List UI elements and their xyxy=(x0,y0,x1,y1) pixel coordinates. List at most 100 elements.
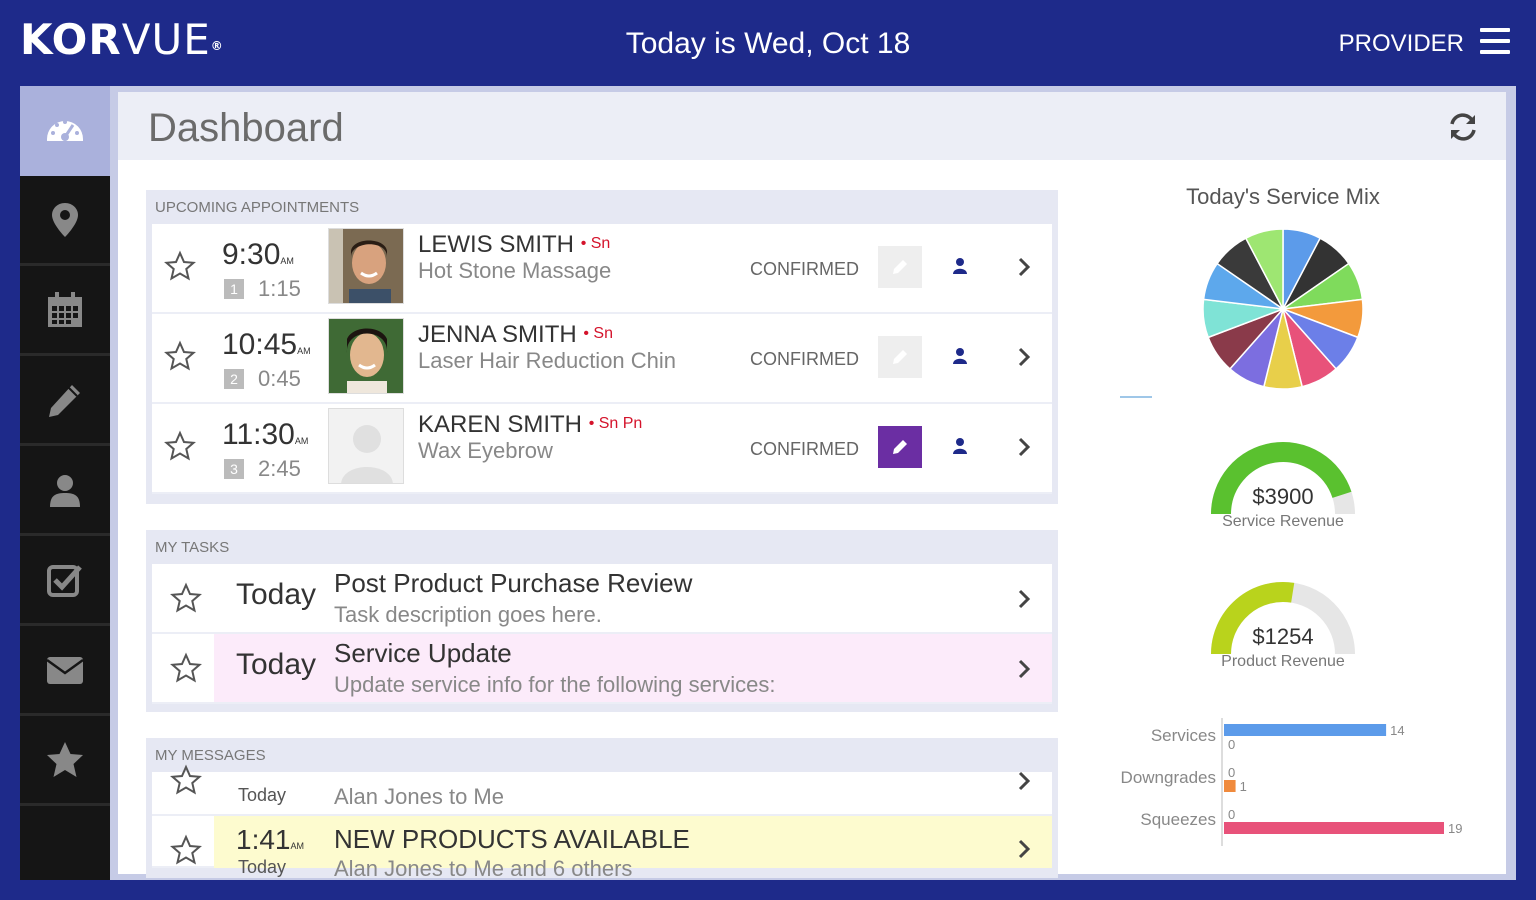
bar-label-services: Services xyxy=(1150,726,1216,745)
refresh-icon[interactable] xyxy=(1446,110,1480,144)
appointment-duration: 1 1:15 xyxy=(224,276,301,302)
product-revenue-gauge[interactable]: $1254 xyxy=(1206,576,1360,662)
appointment-row[interactable]: 10:45AM 2 0:45 JENNA SMITH • Sn Laser Hai… xyxy=(152,314,1052,404)
main-content: Dashboard UPCOMING APPOINTMENTS 9:30AM 1… xyxy=(118,92,1506,881)
edit-button[interactable] xyxy=(878,336,922,378)
appointment-time: 9:30AM xyxy=(222,238,294,271)
sidebar-item-notes[interactable] xyxy=(20,356,110,446)
client-avatar xyxy=(328,228,404,304)
edit-button[interactable] xyxy=(878,426,922,468)
sidebar-item-clients[interactable] xyxy=(20,446,110,536)
client-name: KAREN SMITH • Sn Pn xyxy=(418,411,643,438)
bar-value-label: 14 xyxy=(1390,723,1404,738)
menu-icon[interactable] xyxy=(1480,28,1510,54)
sidebar-item-dashboard[interactable] xyxy=(20,86,110,176)
star-outline-icon[interactable] xyxy=(164,430,196,462)
appointment-duration: 3 2:45 xyxy=(224,456,301,482)
service-name: Wax Eyebrow xyxy=(418,438,553,463)
role-label[interactable]: PROVIDER xyxy=(1339,30,1464,58)
person-icon[interactable] xyxy=(950,436,970,456)
appointment-row[interactable]: 11:30AM 3 2:45 KAREN SMITH • Sn Pn Wax Ey… xyxy=(152,404,1052,494)
client-avatar xyxy=(328,318,404,394)
chevron-right-icon[interactable] xyxy=(1016,770,1032,792)
gauge-value: $3900 xyxy=(1252,484,1313,509)
star-icon xyxy=(47,741,83,777)
star-outline-icon[interactable] xyxy=(170,582,202,614)
tasks-panel: MY TASKS Today Post Product Purchase Rev… xyxy=(146,530,1058,712)
dashboard-icon xyxy=(47,119,83,141)
bar-value-label: 0 xyxy=(1228,737,1235,752)
star-outline-icon[interactable] xyxy=(170,834,202,866)
chevron-right-icon[interactable] xyxy=(1016,838,1032,860)
bar-value-label: 0 xyxy=(1228,765,1235,780)
star-outline-icon[interactable] xyxy=(170,764,202,796)
chevron-right-icon[interactable] xyxy=(1016,436,1032,458)
task-due: Today xyxy=(236,648,317,681)
messages-panel: MY MESSAGES Today Alan Jones to Me 1:41A… xyxy=(146,738,1058,881)
status-badge: CONFIRMED xyxy=(750,259,859,279)
message-row[interactable]: 1:41AM Today NEW PRODUCTS AVAILABLE Alan… xyxy=(152,816,1052,881)
client-avatar-placeholder xyxy=(328,408,404,484)
tasks-title: MY TASKS xyxy=(155,539,230,556)
status-badge: CONFIRMED xyxy=(750,349,859,369)
pencil-icon xyxy=(893,440,907,454)
star-outline-icon[interactable] xyxy=(170,652,202,684)
service-mix-pie[interactable] xyxy=(1200,226,1366,392)
date-banner: Today is Wed, Oct 18 xyxy=(625,27,911,60)
sidebar-item-favorites[interactable] xyxy=(20,716,110,806)
task-title: Post Product Purchase Review xyxy=(334,568,693,598)
message-from: Alan Jones to Me xyxy=(334,784,504,809)
person-icon[interactable] xyxy=(950,256,970,276)
divider xyxy=(1120,396,1152,398)
chevron-right-icon[interactable] xyxy=(1016,346,1032,368)
checkbox-icon xyxy=(47,564,82,597)
app-frame: Dashboard UPCOMING APPOINTMENTS 9:30AM 1… xyxy=(20,86,1516,881)
task-row[interactable]: Today Service Update Update service info… xyxy=(152,634,1052,704)
task-description: Task description goes here. xyxy=(334,602,602,627)
message-title: NEW PRODUCTS AVAILABLE xyxy=(334,824,690,854)
bar[interactable] xyxy=(1224,822,1444,834)
appointment-time: 11:30AM xyxy=(222,418,309,451)
service-name: Hot Stone Massage xyxy=(418,258,612,283)
envelope-icon xyxy=(46,656,84,684)
location-pin-icon xyxy=(52,202,78,237)
gauge-value: $1254 xyxy=(1252,624,1313,649)
edit-button[interactable] xyxy=(878,246,922,288)
sidebar-item-messages[interactable] xyxy=(20,626,110,716)
chevron-right-icon[interactable] xyxy=(1016,658,1032,680)
bar-label-squeezes: Squeezes xyxy=(1140,810,1216,829)
bar-value-label: 0 xyxy=(1228,807,1235,822)
summary-bar-chart: 14001019 xyxy=(1221,718,1462,846)
pencil-icon xyxy=(893,260,907,274)
message-date: Today xyxy=(238,785,287,805)
bar[interactable] xyxy=(1224,724,1387,736)
chevron-right-icon[interactable] xyxy=(1016,588,1032,610)
task-description: Update service info for the following se… xyxy=(334,672,776,697)
message-date: Today xyxy=(238,857,287,877)
appointment-row[interactable]: 9:30AM 1 1:15 LEWIS SMITH • Sn Hot Stone … xyxy=(152,224,1052,314)
appointment-duration: 2 0:45 xyxy=(224,366,301,392)
user-icon xyxy=(50,474,80,507)
bar-value-label: 1 xyxy=(1240,779,1247,794)
messages-title: MY MESSAGES xyxy=(155,747,266,764)
sidebar xyxy=(20,86,110,880)
bar[interactable] xyxy=(1224,780,1236,792)
sidebar-item-calendar[interactable] xyxy=(20,266,110,356)
message-row[interactable]: Today Alan Jones to Me xyxy=(152,764,1052,816)
bar-label-downgrades: Downgrades xyxy=(1120,768,1216,787)
chevron-right-icon[interactable] xyxy=(1016,256,1032,278)
sidebar-item-location[interactable] xyxy=(20,176,110,266)
star-outline-icon[interactable] xyxy=(164,250,196,282)
sidebar-item-tasks[interactable] xyxy=(20,536,110,626)
message-from: Alan Jones to Me and 6 others xyxy=(334,856,633,881)
task-due: Today xyxy=(236,578,317,611)
task-row[interactable]: Today Post Product Purchase Review Task … xyxy=(152,564,1052,634)
calendar-icon xyxy=(48,291,82,327)
service-revenue-label: Service Revenue xyxy=(1222,513,1344,530)
bar-value-label: 19 xyxy=(1448,821,1462,836)
star-outline-icon[interactable] xyxy=(164,340,196,372)
person-icon[interactable] xyxy=(950,346,970,366)
service-revenue-gauge[interactable]: $3900 xyxy=(1206,436,1360,522)
client-name: LEWIS SMITH • Sn xyxy=(418,231,611,258)
task-title: Service Update xyxy=(334,638,512,668)
